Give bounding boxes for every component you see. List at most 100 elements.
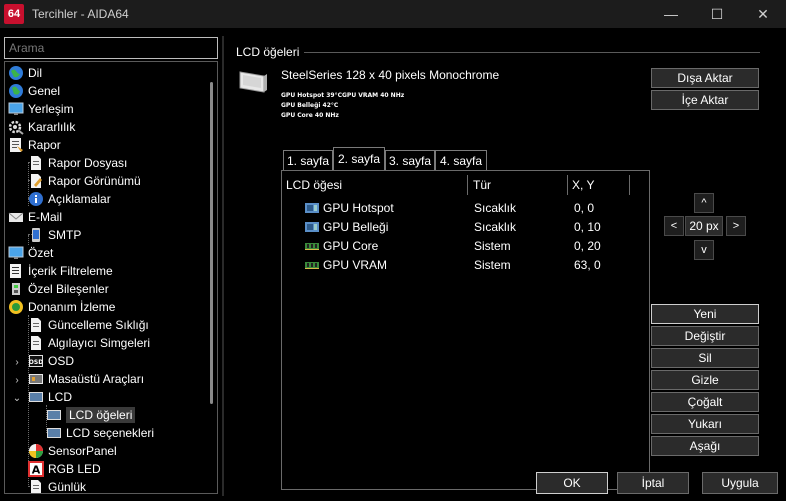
lcd-item-xy: 0, 0 [574, 201, 595, 215]
tree-item-rapor[interactable]: Rapor [8, 136, 208, 154]
ok-button[interactable]: OK [536, 472, 608, 494]
tree-item-smtp[interactable]: SMTP [28, 226, 217, 244]
column-separator[interactable] [629, 175, 630, 195]
tree-item-label: Dil [28, 66, 42, 80]
move-down-arrow-button[interactable]: v [694, 240, 714, 260]
tree-item-label: Açıklamalar [48, 192, 111, 206]
tree-item-lcd[interactable]: LCD [28, 388, 217, 406]
move-left-arrow-button[interactable]: < [664, 216, 684, 236]
lcd-item-type: Sistem [474, 239, 511, 253]
delete-item-button[interactable]: Sil [651, 348, 759, 368]
tree-item-genel[interactable]: Genel [8, 82, 208, 100]
column-header-xy[interactable]: X, Y [572, 178, 594, 192]
column-header-item[interactable]: LCD öğesi [286, 178, 342, 192]
minimize-button[interactable]: — [648, 0, 694, 28]
rgb-led-icon: A [28, 461, 44, 477]
lcd-item-type: Sistem [474, 258, 511, 272]
apply-button[interactable]: Uygula [702, 472, 778, 494]
document-icon [28, 479, 44, 493]
tree-item-osd[interactable]: OSD OSD [28, 352, 217, 370]
tree-item-lcd-secenekleri[interactable]: LCD seçenekleri [46, 424, 217, 442]
tree-item-lcd-ogeleri[interactable]: LCD öğeleri [46, 406, 217, 424]
tree-item-rapor-dosyasi[interactable]: Rapor Dosyası [28, 154, 217, 172]
table-row[interactable]: GPU VRAM Sistem 63, 0 [304, 256, 644, 274]
move-right-arrow-button[interactable]: > [726, 216, 746, 236]
lcd-items-list[interactable]: LCD öğesi Tür X, Y GPU Hotspot Sıcaklık … [281, 170, 650, 490]
tree-item-guncelleme-sikligi[interactable]: Güncelleme Sıklığı [28, 316, 217, 334]
column-separator[interactable] [467, 175, 468, 195]
move-item-down-button[interactable]: Aşağı [651, 436, 759, 456]
move-up-arrow-button[interactable]: ^ [694, 193, 714, 213]
tree-item-label: Güncelleme Sıklığı [48, 318, 149, 332]
lcd-item-xy: 0, 20 [574, 239, 601, 253]
tree-item-icerik-filtreleme[interactable]: İçerik Filtreleme [8, 262, 208, 280]
collapse-chevron-icon[interactable]: ⌄ [12, 393, 22, 404]
column-separator[interactable] [567, 175, 568, 195]
tree-item-label: SMTP [48, 228, 82, 242]
gpu-icon [304, 202, 320, 214]
document-icon [28, 155, 44, 171]
preferences-tree[interactable]: Dil Genel Yerleşim Kararlılık Rapor Rapo… [4, 61, 218, 494]
step-size-value[interactable]: 20 px [685, 216, 723, 236]
table-row[interactable]: GPU Belleği Sıcaklık 0, 10 [304, 218, 644, 236]
tree-item-label: OSD [48, 354, 75, 368]
tree-item-aciklamalar[interactable]: Açıklamalar [28, 190, 217, 208]
tree-item-donanim-izleme[interactable]: Donanım İzleme [8, 298, 208, 316]
hide-item-button[interactable]: Gizle [651, 370, 759, 390]
tree-scrollbar[interactable] [210, 82, 213, 404]
tree-item-yerlesim[interactable]: Yerleşim [8, 100, 208, 118]
lcd-item-xy: 0, 10 [574, 220, 601, 234]
tree-item-rgb-led[interactable]: A RGB LED [28, 460, 217, 478]
tree-item-label: Masaüstü Araçları [48, 372, 145, 386]
column-header-type[interactable]: Tür [473, 178, 491, 192]
tree-item-rapor-gorunumu[interactable]: Rapor Görünümü [28, 172, 217, 190]
tree-item-kararlilik[interactable]: Kararlılık [8, 118, 208, 136]
duplicate-item-button[interactable]: Çoğalt [651, 392, 759, 412]
tree-item-ozel-bilesenler[interactable]: Özel Bileşenler [8, 280, 208, 298]
tree-item-label: LCD seçenekleri [66, 426, 155, 440]
tree-item-gunluk[interactable]: Günlük [28, 478, 217, 493]
tree-item-label: Donanım İzleme [28, 300, 116, 314]
import-button[interactable]: İçe Aktar [651, 90, 759, 110]
tree-item-ozet[interactable]: Özet [8, 244, 208, 262]
expand-chevron-icon[interactable]: › [12, 375, 22, 386]
monitor-icon [8, 245, 24, 261]
tree-item-masaustu-araclari[interactable]: Masaüstü Araçları [28, 370, 217, 388]
tab-page-4[interactable]: 4. sayfa [435, 150, 487, 170]
gpu-icon [304, 221, 320, 233]
lcd-icon [28, 389, 44, 405]
new-item-button[interactable]: Yeni [651, 304, 759, 324]
expand-chevron-icon[interactable]: › [12, 357, 22, 368]
tab-page-3[interactable]: 3. sayfa [385, 150, 435, 170]
section-divider [304, 52, 760, 53]
tree-item-label: LCD öğeleri [66, 407, 136, 423]
tab-page-2[interactable]: 2. sayfa [333, 147, 385, 170]
tree-item-label: Rapor Görünümü [48, 174, 141, 188]
lcd-item-type: Sıcaklık [474, 220, 517, 234]
export-button[interactable]: Dışa Aktar [651, 68, 759, 88]
tree-item-dil[interactable]: Dil [8, 64, 208, 82]
table-row[interactable]: GPU Hotspot Sıcaklık 0, 0 [304, 199, 644, 217]
tree-item-label: Rapor [28, 138, 61, 152]
tree-item-label: E-Mail [28, 210, 63, 224]
report-icon [8, 137, 24, 153]
tree-item-sensorpanel[interactable]: SensorPanel [28, 442, 217, 460]
maximize-button[interactable]: ☐ [694, 0, 740, 28]
tree-item-label: Kararlılık [28, 120, 76, 134]
lcd-device-name: SteelSeries 128 x 40 pixels Monochrome [281, 68, 500, 82]
component-icon [8, 281, 24, 297]
move-item-up-button[interactable]: Yukarı [651, 414, 759, 434]
tab-page-1[interactable]: 1. sayfa [283, 150, 333, 170]
search-input[interactable] [4, 37, 218, 59]
tree-item-algilayici-simgeleri[interactable]: Algılayıcı Simgeleri [28, 334, 217, 352]
edit-item-button[interactable]: Değiştir [651, 326, 759, 346]
document-icon [28, 317, 44, 333]
window-title: Tercihler - AIDA64 [32, 7, 129, 21]
tree-item-email[interactable]: E-Mail [8, 208, 208, 226]
monitor-icon [8, 101, 24, 117]
tree-item-label: İçerik Filtreleme [28, 264, 113, 278]
panel-splitter[interactable] [222, 36, 224, 496]
cancel-button[interactable]: İptal [617, 472, 689, 494]
table-row[interactable]: GPU Core Sistem 0, 20 [304, 237, 644, 255]
close-button[interactable]: ✕ [740, 0, 786, 28]
